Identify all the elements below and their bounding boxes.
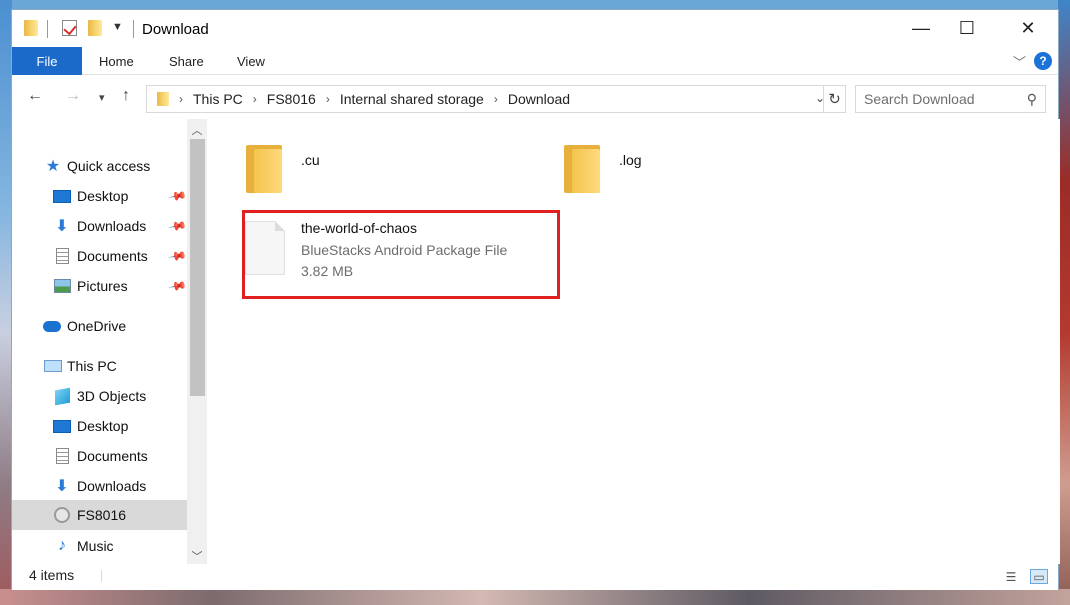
pin-icon[interactable]: 📌 (167, 216, 187, 236)
sidebar-item-label: Desktop (77, 418, 129, 434)
navigation-bar: ← → ▾ ↑ › This PC › FS8016 › Internal sh… (12, 75, 1058, 119)
folder-name-log[interactable]: .log (619, 152, 642, 168)
sidebar-item-label: 3D Objects (77, 388, 147, 404)
sidebar-item-this-pc[interactable]: This PC (12, 351, 187, 381)
pin-icon[interactable]: 📌 (167, 276, 187, 296)
navigation-pane: ★ Quick access Desktop 📌 ⬇ Downloads 📌 D… (12, 119, 208, 564)
downloads-icon: ⬇ (55, 478, 69, 495)
search-icon[interactable]: ⚲ (1027, 91, 1037, 108)
cloud-icon (43, 318, 61, 334)
sidebar-item-pictures-pinned[interactable]: Pictures 📌 (12, 271, 188, 301)
sidebar-item-onedrive[interactable]: OneDrive (12, 311, 187, 341)
folder-name-cu[interactable]: .cu (301, 152, 320, 168)
file-list: .cu .log the-world-of-chaos BlueStacks A… (208, 119, 1060, 564)
highlight-box (242, 210, 560, 299)
expand-ribbon-chevron-icon[interactable]: ﹀ (1013, 52, 1026, 71)
title-divider (133, 20, 134, 38)
sidebar-item-documents-pinned[interactable]: Documents 📌 (12, 241, 188, 271)
downloads-icon: ⬇ (55, 218, 69, 235)
sidebar-item-label: Pictures (77, 278, 128, 294)
search-box[interactable]: ⚲ (855, 85, 1046, 113)
address-bar[interactable]: › This PC › FS8016 › Internal shared sto… (146, 85, 846, 113)
sidebar-item-label: This PC (67, 358, 117, 374)
properties-icon[interactable] (62, 20, 77, 36)
breadcrumb-separator-icon[interactable]: › (253, 92, 257, 106)
ribbon-tabs: File Home Share View ﹀ ? (12, 47, 1058, 75)
scroll-down-arrow-icon[interactable]: ﹀ (187, 547, 207, 564)
device-icon (53, 507, 71, 523)
pin-icon[interactable]: 📌 (167, 186, 187, 206)
folder-icon (157, 92, 169, 106)
sidebar-item-music[interactable]: ♪ Music (12, 531, 187, 561)
sidebar-item-label: Documents (77, 248, 148, 264)
maximize-button[interactable]: ☐ (944, 10, 990, 47)
file-explorer-window: ▼ Download — ☐ ✕ File Home Share View ﹀ … (11, 9, 1060, 590)
forward-arrow-icon[interactable]: → (65, 87, 81, 105)
sidebar-item-label: Downloads (77, 478, 147, 494)
back-arrow-icon[interactable]: ← (27, 87, 43, 105)
breadcrumb-this-pc[interactable]: This PC (193, 91, 243, 107)
tab-file[interactable]: File (12, 47, 82, 75)
sidebar-item-label: Quick access (67, 158, 151, 174)
scrollbar-thumb[interactable] (190, 139, 205, 396)
new-folder-icon[interactable] (88, 20, 102, 36)
item-count: 4 items (29, 567, 75, 583)
sidebar-item-3d-objects[interactable]: 3D Objects (12, 381, 187, 411)
large-icons-view-icon[interactable]: ▭ (1030, 569, 1048, 584)
star-icon: ★ (45, 158, 61, 175)
pin-icon[interactable]: 📌 (167, 246, 187, 266)
breadcrumb-separator-icon[interactable]: › (179, 92, 183, 106)
sidebar-item-label: Desktop (77, 188, 129, 204)
sidebar-item-fs8016[interactable]: FS8016 (12, 500, 187, 530)
refresh-icon[interactable]: ↻ (823, 86, 845, 112)
close-button[interactable]: ✕ (1005, 10, 1051, 47)
status-bar: 4 items ☰ ▭ (12, 564, 1058, 590)
details-view-icon[interactable]: ☰ (1002, 569, 1020, 584)
sidebar-scrollbar[interactable]: ︿ ﹀ (187, 119, 207, 564)
sidebar-item-label: FS8016 (77, 507, 127, 523)
sidebar-item-downloads[interactable]: ⬇ Downloads (12, 471, 187, 501)
desktop-icon (53, 188, 71, 204)
cube-icon (53, 387, 71, 405)
recent-locations-chevron-icon[interactable]: ▾ (99, 91, 105, 104)
sidebar-item-desktop-pinned[interactable]: Desktop 📌 (12, 181, 188, 211)
tab-share[interactable]: Share (169, 54, 204, 69)
breadcrumb-separator-icon[interactable]: › (494, 92, 498, 106)
search-input[interactable] (864, 86, 1024, 112)
folder-icon[interactable] (564, 145, 600, 193)
computer-icon (44, 358, 62, 374)
desktop-icon (53, 418, 71, 434)
breadcrumb-fs8016[interactable]: FS8016 (267, 91, 316, 107)
breadcrumb-separator-icon[interactable]: › (326, 92, 330, 106)
scroll-up-arrow-icon[interactable]: ︿ (187, 121, 207, 139)
window-title: Download (142, 21, 209, 38)
sidebar-item-quick-access[interactable]: ★ Quick access (12, 151, 187, 181)
quick-access-toolbar-dropdown-icon[interactable]: ▼ (112, 21, 123, 33)
music-icon: ♪ (58, 537, 66, 554)
status-divider (101, 570, 102, 582)
up-arrow-icon[interactable]: ↑ (122, 87, 130, 105)
breadcrumb-download[interactable]: Download (508, 91, 570, 107)
toolbar-divider (47, 20, 48, 38)
help-icon[interactable]: ? (1034, 52, 1052, 70)
sidebar-item-downloads-pinned[interactable]: ⬇ Downloads 📌 (12, 211, 187, 241)
sidebar-item-desktop[interactable]: Desktop (12, 411, 187, 441)
title-bar: ▼ Download — ☐ ✕ (12, 10, 1058, 47)
tab-home[interactable]: Home (99, 54, 134, 69)
desktop-wallpaper-bottom (0, 589, 1070, 605)
documents-icon (53, 248, 71, 264)
sidebar-item-label: OneDrive (67, 318, 127, 334)
folder-icon (24, 20, 38, 36)
sidebar-item-label: Downloads (77, 218, 147, 234)
minimize-button[interactable]: — (898, 10, 944, 47)
breadcrumb-internal-storage[interactable]: Internal shared storage (340, 91, 484, 107)
sidebar-item-documents[interactable]: Documents (12, 441, 187, 471)
pictures-icon (53, 278, 71, 294)
sidebar-item-label: Music (77, 538, 114, 554)
breadcrumb: › This PC › FS8016 › Internal shared sto… (157, 91, 570, 107)
documents-icon (53, 448, 71, 464)
sidebar-item-label: Documents (77, 448, 148, 464)
tab-view[interactable]: View (237, 54, 265, 69)
folder-icon[interactable] (246, 145, 282, 193)
